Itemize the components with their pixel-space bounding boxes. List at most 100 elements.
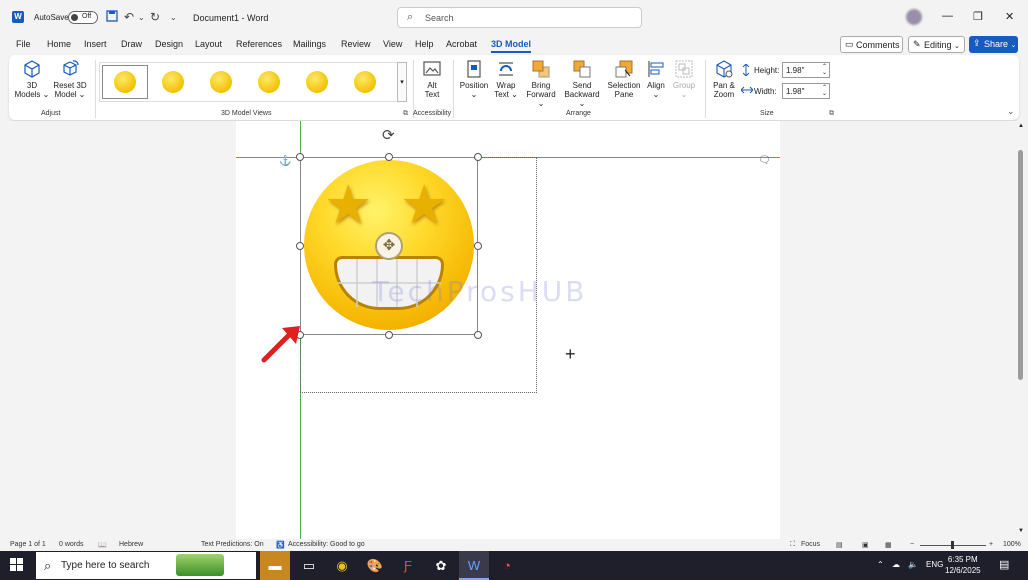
size-dialog-launcher-icon[interactable]: ⧉ bbox=[829, 110, 834, 118]
zoom-level[interactable]: 100% bbox=[1003, 541, 1021, 548]
save-icon[interactable] bbox=[106, 10, 118, 25]
resize-handle-s[interactable] bbox=[385, 331, 393, 339]
text-predictions[interactable]: Text Predictions: On bbox=[201, 541, 264, 548]
autosave-toggle[interactable]: Off bbox=[68, 11, 98, 24]
group-button[interactable]: Group ⌄ bbox=[671, 59, 697, 99]
minimize-icon[interactable]: — bbox=[942, 10, 953, 22]
web-layout-icon[interactable]: ▦ bbox=[885, 541, 892, 549]
comments-button[interactable]: ▭ Comments bbox=[840, 36, 903, 53]
resize-handle-ne[interactable] bbox=[474, 153, 482, 161]
restore-icon[interactable]: ❐ bbox=[973, 10, 983, 23]
height-input[interactable]: 1.98" ⌃ ⌄ bbox=[782, 62, 830, 78]
separator bbox=[95, 60, 96, 118]
wrap-text-button[interactable]: Wrap Text ⌄ bbox=[491, 59, 521, 99]
terminal-icon[interactable]: ▭ bbox=[294, 551, 324, 580]
proofing-icon[interactable]: 📖 bbox=[98, 541, 107, 549]
share-button[interactable]: ⇪ Share ⌄ bbox=[969, 36, 1018, 53]
word-taskbar-icon[interactable]: W bbox=[459, 551, 489, 580]
close-icon[interactable]: ✕ bbox=[1005, 10, 1014, 23]
zoom-in-icon[interactable]: + bbox=[989, 541, 993, 548]
tab-3d-model[interactable]: 3D Model bbox=[491, 39, 532, 53]
tab-mailings[interactable]: Mailings bbox=[293, 39, 326, 49]
page-count[interactable]: Page 1 of 1 bbox=[10, 541, 46, 548]
comments-label: Comments bbox=[856, 40, 900, 50]
tab-file[interactable]: File bbox=[16, 39, 31, 49]
pan-zoom-button[interactable]: Pan & Zoom bbox=[709, 59, 739, 99]
anchor-icon[interactable]: ⚓ bbox=[279, 156, 291, 167]
tray-overflow-icon[interactable]: ⌃ bbox=[877, 560, 884, 569]
tab-view[interactable]: View bbox=[383, 39, 402, 49]
resize-handle-se[interactable] bbox=[474, 331, 482, 339]
resize-handle-nw[interactable] bbox=[296, 153, 304, 161]
scrollbar-thumb[interactable] bbox=[1018, 150, 1023, 380]
comment-margin-icon[interactable]: 🗨 bbox=[758, 155, 771, 166]
accessibility-status[interactable]: Accessibility: Good to go bbox=[288, 541, 365, 548]
editing-mode-button[interactable]: ✎ Editing ⌄ bbox=[908, 36, 965, 53]
customize-qat-icon[interactable]: ⌄ bbox=[170, 13, 177, 22]
avatar[interactable] bbox=[906, 9, 922, 25]
3d-models-button[interactable]: 3D Models ⌄ bbox=[14, 59, 50, 99]
focus-button[interactable]: Focus bbox=[801, 541, 820, 548]
clock-time: 6:35 PM bbox=[947, 555, 978, 564]
tab-help[interactable]: Help bbox=[415, 39, 434, 49]
view-preset-6[interactable] bbox=[354, 71, 376, 93]
screen-recorder-icon[interactable]: ◔ bbox=[492, 551, 522, 580]
resize-handle-w[interactable] bbox=[296, 242, 304, 250]
word-count[interactable]: 0 words bbox=[59, 541, 84, 548]
read-mode-icon[interactable]: ▤ bbox=[836, 541, 843, 549]
filezilla-icon[interactable]: Ƒ bbox=[393, 551, 423, 580]
tab-draw[interactable]: Draw bbox=[121, 39, 142, 49]
align-button[interactable]: Align ⌄ bbox=[643, 59, 669, 99]
zoom-slider-thumb[interactable] bbox=[951, 541, 954, 549]
task-view-icon[interactable]: ⧉ bbox=[228, 551, 258, 580]
system-clock[interactable]: 6:35 PM 12/6/2025 bbox=[945, 554, 981, 576]
alt-text-button[interactable]: Alt Text bbox=[417, 59, 447, 99]
search-input[interactable]: ⌕ Search bbox=[397, 7, 642, 28]
volume-icon[interactable]: 🔈 bbox=[908, 560, 918, 569]
tab-design[interactable]: Design bbox=[155, 39, 183, 49]
tab-review[interactable]: Review bbox=[341, 39, 371, 49]
position-button[interactable]: Position ⌄ bbox=[458, 59, 490, 99]
undo-icon[interactable]: ↶ bbox=[124, 10, 134, 24]
tab-layout[interactable]: Layout bbox=[195, 39, 222, 49]
view-preset-4[interactable] bbox=[258, 71, 280, 93]
paint-icon[interactable]: 🎨 bbox=[360, 551, 390, 580]
windows-start-icon[interactable] bbox=[10, 558, 24, 572]
notifications-icon[interactable]: ▤ bbox=[999, 558, 1009, 571]
language[interactable]: Hebrew bbox=[119, 541, 143, 548]
collapse-ribbon-icon[interactable]: ⌄ bbox=[1007, 106, 1015, 117]
tab-home[interactable]: Home bbox=[47, 39, 71, 49]
gallery-more-button[interactable]: ▾ bbox=[397, 62, 407, 102]
width-spinner[interactable]: ⌃ ⌄ bbox=[822, 85, 827, 97]
app-icon[interactable]: ✿ bbox=[426, 551, 456, 580]
resize-handle-n[interactable] bbox=[385, 153, 393, 161]
tab-acrobat[interactable]: Acrobat bbox=[446, 39, 477, 49]
selection-pane-button[interactable]: Selection Pane bbox=[605, 59, 643, 99]
tab-references[interactable]: References bbox=[236, 39, 282, 49]
height-spinner[interactable]: ⌃ ⌄ bbox=[822, 64, 827, 76]
taskbar-search[interactable]: ⌕ Type here to search bbox=[36, 552, 256, 579]
resize-handle-e[interactable] bbox=[474, 242, 482, 250]
reset-3d-model-button[interactable]: Reset 3D Model ⌄ bbox=[51, 59, 89, 99]
undo-dropdown-icon[interactable]: ⌄ bbox=[138, 13, 145, 22]
bring-forward-button[interactable]: Bring Forward ⌄ bbox=[522, 59, 560, 108]
zoom-out-icon[interactable]: − bbox=[910, 541, 914, 548]
scroll-up-icon[interactable]: ▲ bbox=[1018, 123, 1024, 129]
scroll-down-icon[interactable]: ▼ bbox=[1018, 528, 1024, 534]
file-explorer-icon[interactable]: ▬ bbox=[260, 551, 290, 580]
view-preset-2[interactable] bbox=[162, 71, 184, 93]
view-preset-1[interactable] bbox=[114, 71, 136, 93]
view-preset-5[interactable] bbox=[306, 71, 328, 93]
view-preset-3[interactable] bbox=[210, 71, 232, 93]
dialog-launcher-icon[interactable]: ⧉ bbox=[403, 110, 408, 118]
redo-icon[interactable]: ↻ bbox=[150, 10, 160, 24]
network-icon[interactable]: ☁ bbox=[892, 560, 900, 569]
width-input[interactable]: 1.98" ⌃ ⌄ bbox=[782, 83, 830, 99]
tab-insert[interactable]: Insert bbox=[84, 39, 107, 49]
chrome-icon[interactable]: ◉ bbox=[327, 551, 357, 580]
language-indicator[interactable]: ENG bbox=[926, 560, 943, 569]
rotate-handle-icon[interactable]: ⟳ bbox=[382, 126, 395, 144]
search-icon: ⌕ bbox=[407, 11, 414, 23]
send-backward-button[interactable]: Send Backward ⌄ bbox=[561, 59, 603, 108]
print-layout-icon[interactable]: ▣ bbox=[862, 541, 869, 549]
